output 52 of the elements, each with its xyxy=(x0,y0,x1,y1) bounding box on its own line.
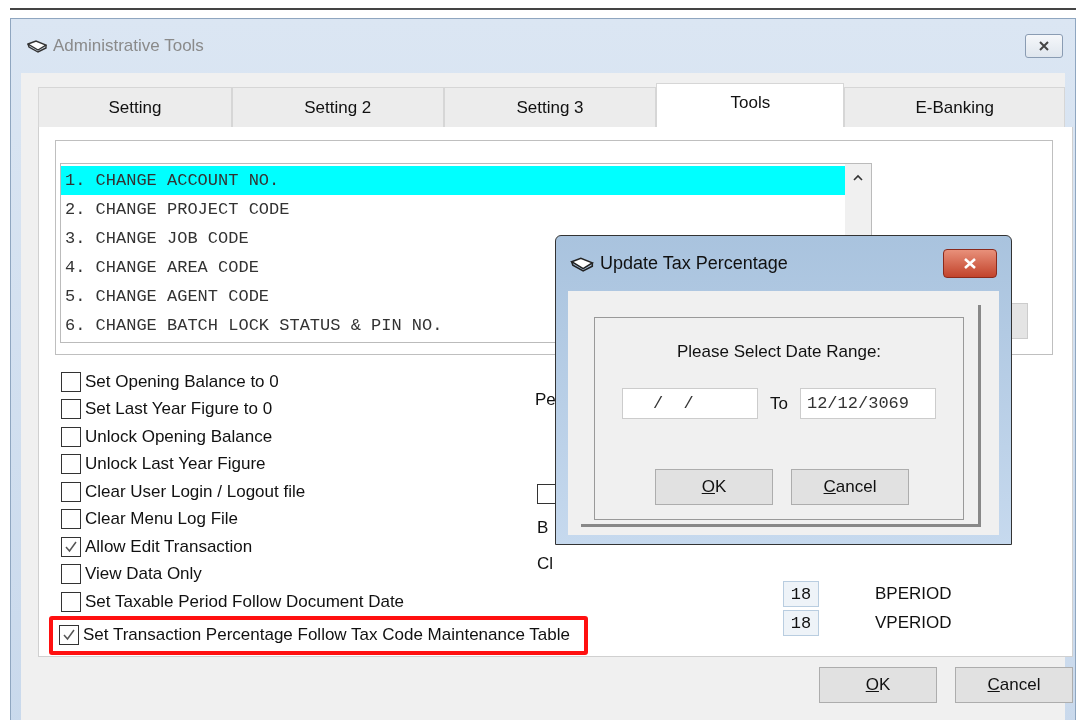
checkbox[interactable] xyxy=(59,625,79,645)
to-label: To xyxy=(770,393,788,414)
window-title: Administrative Tools xyxy=(53,36,204,56)
option-label: Set Taxable Period Follow Document Date xyxy=(85,591,405,612)
checkbox[interactable] xyxy=(61,371,81,392)
date-field[interactable]: / / xyxy=(622,388,758,419)
option-label: Clear Menu Log File xyxy=(85,509,239,530)
dialog-title: Update Tax Percentage xyxy=(600,253,788,274)
tab[interactable]: Setting 3 xyxy=(443,87,657,127)
checkbox[interactable] xyxy=(537,484,557,504)
close-icon xyxy=(963,258,977,269)
option-label: Unlock Opening Balance xyxy=(85,426,273,447)
close-button[interactable] xyxy=(943,249,997,278)
period-label: VPERIOD xyxy=(875,612,952,633)
checkbox[interactable] xyxy=(61,426,81,447)
period-label: BPERIOD xyxy=(875,583,952,604)
checkbox[interactable] xyxy=(61,536,81,557)
option-label: Set Transaction Percentage Follow Tax Code Maintenance Table xyxy=(83,625,570,645)
book-icon xyxy=(27,39,47,53)
list-item[interactable]: 1. CHANGE ACCOUNT NO. xyxy=(61,166,845,195)
checkbox[interactable] xyxy=(61,591,81,612)
dialog-button[interactable]: OK xyxy=(655,469,773,505)
dialog-button[interactable]: Cancel xyxy=(791,469,909,505)
checkbox[interactable] xyxy=(61,454,81,475)
tab[interactable]: E-Banking xyxy=(844,87,1065,127)
list-item[interactable]: 2. CHANGE PROJECT CODE xyxy=(61,195,845,224)
period-field[interactable]: 18 xyxy=(783,580,819,607)
checkbox[interactable] xyxy=(61,564,81,585)
checkbox[interactable] xyxy=(61,399,81,420)
scroll-up-icon xyxy=(853,174,863,181)
dialog-button[interactable]: OK xyxy=(819,667,937,703)
tab[interactable]: Setting xyxy=(38,87,232,127)
option-label: Set Opening Balance to 0 xyxy=(85,371,279,392)
checkbox[interactable] xyxy=(61,509,81,530)
option-label: Set Last Year Figure to 0 xyxy=(85,399,273,420)
close-button[interactable] xyxy=(1025,34,1063,58)
option-label: Allow Edit Transaction xyxy=(85,536,253,557)
book-icon xyxy=(570,255,594,272)
date-field[interactable]: 12/12/3069 xyxy=(799,388,936,419)
field-label: B xyxy=(537,518,549,538)
prompt-text: Please Select Date Range: xyxy=(675,342,883,362)
field-label: Pe xyxy=(535,390,556,410)
field-label: Cl xyxy=(537,554,554,574)
tab[interactable]: Tools xyxy=(656,83,845,127)
close-icon xyxy=(1038,41,1050,51)
option-label: Unlock Last Year Figure xyxy=(85,454,266,475)
period-field[interactable]: 18 xyxy=(783,609,819,636)
tab[interactable]: Setting 2 xyxy=(231,87,444,127)
option-label: View Data Only xyxy=(85,564,202,585)
option-label: Clear User Login / Logout file xyxy=(85,481,306,502)
dialog-button[interactable]: Cancel xyxy=(955,667,1073,703)
checkbox[interactable] xyxy=(61,481,81,502)
